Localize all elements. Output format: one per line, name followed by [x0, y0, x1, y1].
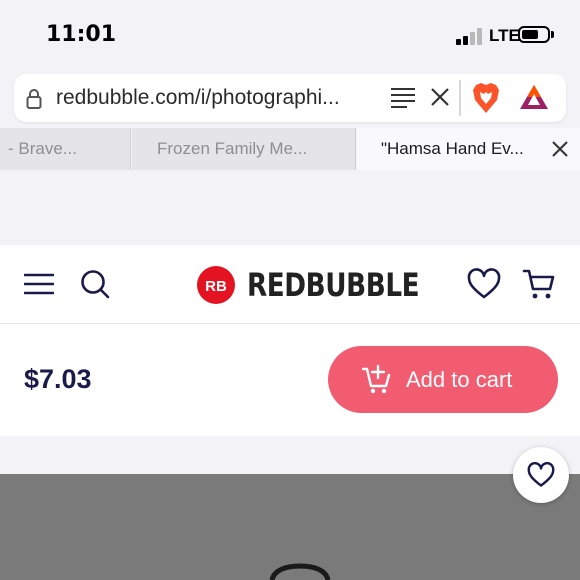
favorite-button[interactable] — [513, 447, 569, 503]
heart-icon — [527, 462, 555, 487]
battery-icon — [518, 26, 550, 43]
tab-label: "Hamsa Hand Ev... — [381, 139, 524, 158]
status-time: 11:01 — [46, 22, 117, 47]
tab-hamsa-hand[interactable]: "Hamsa Hand Ev... — [357, 128, 580, 170]
redbubble-logo-text[interactable]: REDBUBBLE — [247, 266, 420, 304]
tab-brave[interactable]: - Brave... — [0, 128, 131, 170]
tab-label: Frozen Family Me... — [157, 139, 308, 158]
svg-text:RB: RB — [205, 278, 227, 295]
url-text[interactable]: redbubble.com/i/photographi... — [56, 86, 340, 110]
tab-frozen-family[interactable]: Frozen Family Me... — [132, 128, 356, 170]
address-bar-divider — [459, 80, 461, 116]
battery-tip — [551, 31, 554, 38]
tab-label: - Brave... — [8, 139, 77, 158]
reader-mode-icon[interactable] — [390, 86, 416, 110]
search-icon[interactable] — [80, 269, 110, 299]
content-spacer — [0, 436, 580, 474]
heart-icon[interactable] — [467, 268, 501, 300]
add-to-cart-button[interactable]: Add to cart — [328, 346, 558, 413]
battery-level — [522, 30, 538, 39]
tab-strip: - Brave... Frozen Family Me... "Hamsa Ha… — [0, 128, 580, 170]
add-to-cart-label: Add to cart — [406, 367, 513, 392]
menu-icon[interactable] — [24, 272, 54, 296]
add-to-cart-icon — [362, 364, 391, 394]
brave-lion-icon[interactable] — [472, 82, 500, 114]
close-icon[interactable] — [430, 87, 450, 107]
close-tab-icon[interactable] — [550, 139, 570, 159]
cart-icon[interactable] — [522, 268, 556, 300]
product-image-graphic — [269, 563, 331, 580]
product-price: $7.03 — [24, 364, 92, 394]
cellular-signal-icon — [456, 27, 486, 45]
product-image[interactable] — [0, 474, 580, 580]
redbubble-logo-mark[interactable]: RB — [197, 266, 235, 304]
lock-icon — [26, 89, 42, 109]
network-type: LTE — [489, 26, 520, 45]
bat-rewards-icon[interactable] — [519, 84, 549, 110]
